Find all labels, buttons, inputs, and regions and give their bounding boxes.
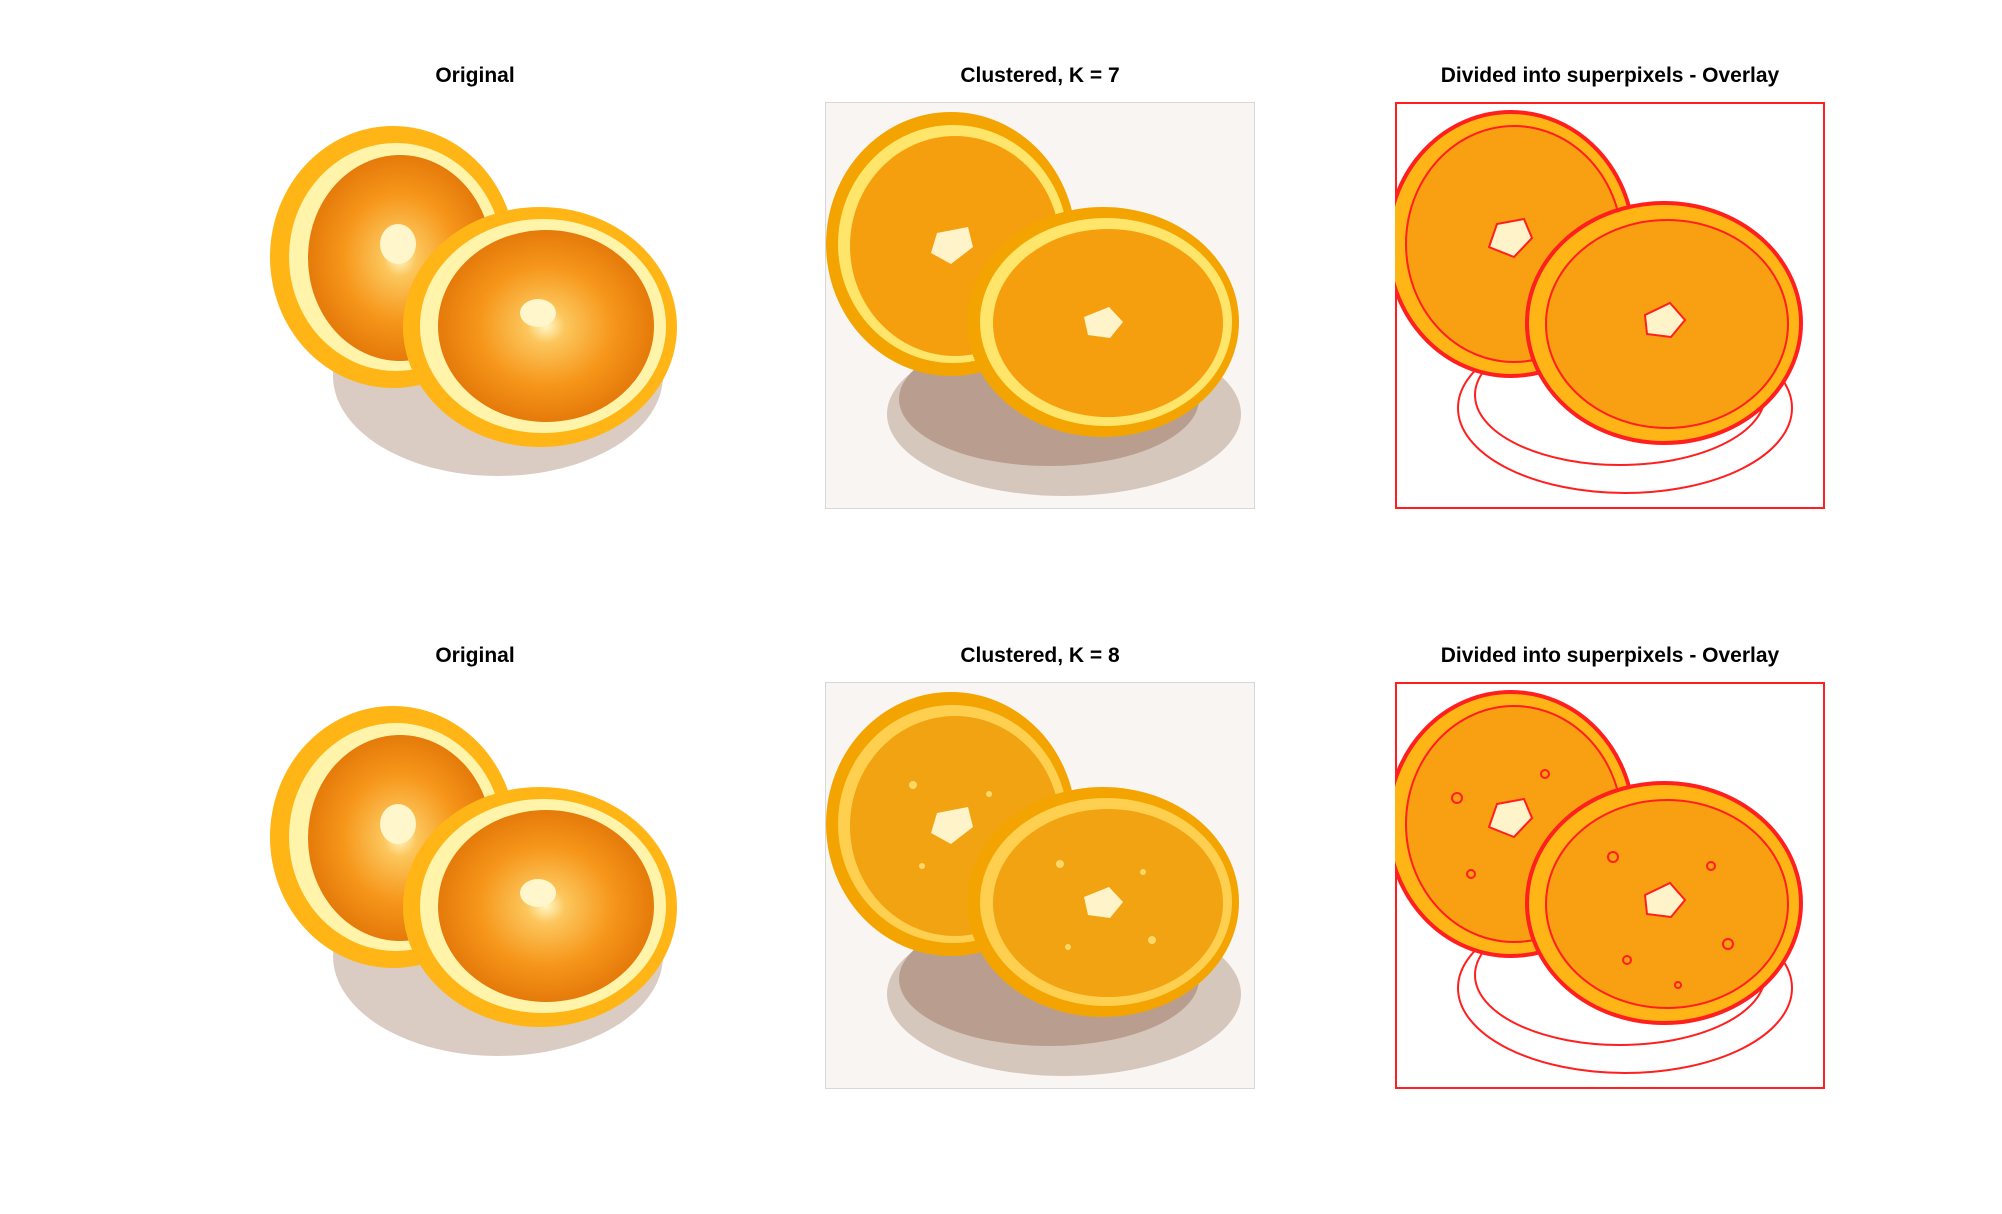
- panel-title: Clustered, K = 7: [960, 64, 1120, 87]
- figure-canvas: Original Clustered, K = 7 Divided into s…: [0, 0, 2002, 1214]
- superpixel-overlay-image-k7: [1395, 102, 1825, 509]
- right-orange-half: [967, 207, 1239, 437]
- panel-overlay-k7: Divided into superpixels - Overlay: [1395, 64, 1825, 509]
- clustered-image-k7: [825, 102, 1255, 509]
- panel-original-k7: Original: [260, 64, 690, 509]
- panel-title: Original: [435, 644, 515, 667]
- right-orange-half: [967, 787, 1239, 1017]
- panel-clustered-k7: Clustered, K = 7: [825, 64, 1255, 509]
- original-orange-image: [270, 706, 677, 1056]
- panel-original-k8: Original: [260, 644, 690, 1089]
- superpixel-overlay-image-k8: [1395, 682, 1825, 1089]
- right-orange-half: [403, 787, 677, 1027]
- right-orange-half: [403, 207, 677, 447]
- panel-clustered-k8: Clustered, K = 8: [825, 644, 1255, 1089]
- original-orange-image: [270, 126, 677, 476]
- clustered-image-k8: [825, 682, 1255, 1089]
- panel-title: Original: [435, 64, 515, 87]
- panel-title: Divided into superpixels - Overlay: [1440, 644, 1780, 667]
- panel-overlay-k8: Divided into superpixels - Overlay: [1395, 644, 1825, 1089]
- panel-title: Divided into superpixels - Overlay: [1440, 64, 1780, 87]
- panel-title: Clustered, K = 8: [960, 644, 1120, 667]
